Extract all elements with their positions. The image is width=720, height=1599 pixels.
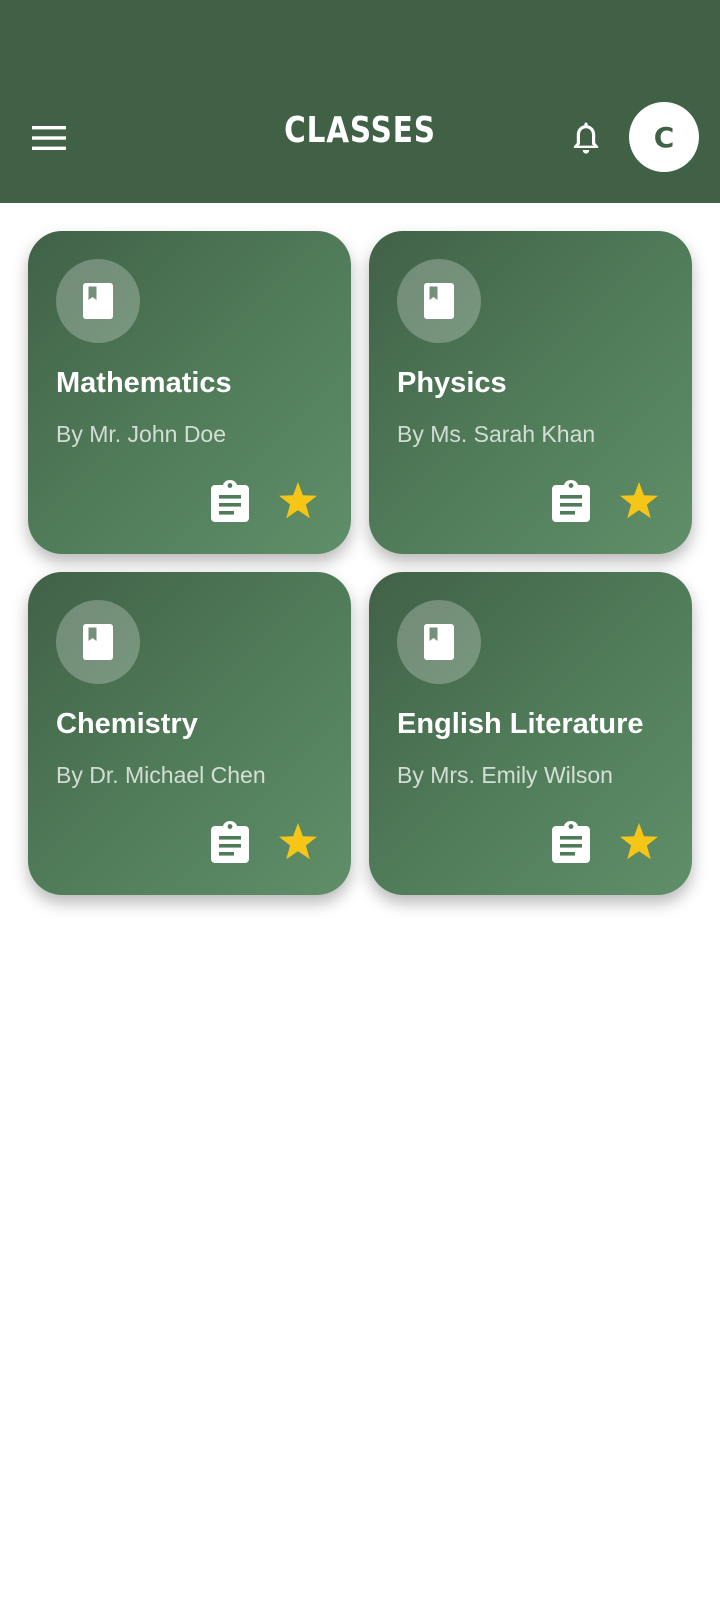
assignments-button[interactable] — [551, 479, 591, 523]
bell-icon — [573, 122, 599, 154]
star-icon — [279, 482, 317, 519]
favorite-button[interactable] — [619, 822, 659, 862]
assignments-button[interactable] — [551, 820, 591, 864]
book-icon — [83, 624, 113, 660]
favorite-button[interactable] — [619, 481, 659, 521]
class-title: English Literature — [397, 708, 644, 740]
class-card-physics[interactable]: Physics By Ms. Sarah Khan — [369, 231, 692, 554]
class-teacher: By Dr. Michael Chen — [56, 762, 266, 788]
clipboard-icon — [211, 821, 249, 863]
star-icon — [279, 823, 317, 860]
class-card-english-literature[interactable]: English Literature By Mrs. Emily Wilson — [369, 572, 692, 895]
avatar[interactable]: C — [629, 102, 699, 172]
favorite-button[interactable] — [278, 822, 318, 862]
book-icon — [424, 624, 454, 660]
class-icon-circle — [56, 259, 140, 343]
class-title: Chemistry — [56, 708, 198, 740]
assignments-button[interactable] — [210, 479, 250, 523]
class-teacher: By Mr. John Doe — [56, 421, 227, 447]
class-icon-circle — [56, 600, 140, 684]
book-icon — [424, 283, 454, 319]
class-title: Physics — [397, 367, 507, 399]
assignments-button[interactable] — [210, 820, 250, 864]
class-title: Mathematics — [56, 367, 232, 399]
menu-button[interactable] — [28, 118, 70, 158]
class-icon-circle — [397, 259, 481, 343]
star-icon — [620, 823, 658, 860]
book-icon — [83, 283, 113, 319]
clipboard-icon — [552, 821, 590, 863]
class-teacher: By Mrs. Emily Wilson — [397, 762, 613, 788]
favorite-button[interactable] — [278, 481, 318, 521]
clipboard-icon — [552, 480, 590, 522]
class-icon-circle — [397, 600, 481, 684]
class-card-chemistry[interactable]: Chemistry By Dr. Michael Chen — [28, 572, 351, 895]
star-icon — [620, 482, 658, 519]
notifications-button[interactable] — [566, 116, 606, 160]
menu-icon — [32, 126, 66, 150]
clipboard-icon — [211, 480, 249, 522]
class-teacher: By Ms. Sarah Khan — [397, 421, 596, 447]
class-card-mathematics[interactable]: Mathematics By Mr. John Doe — [28, 231, 351, 554]
app-bar: CLASSES C — [0, 0, 720, 203]
